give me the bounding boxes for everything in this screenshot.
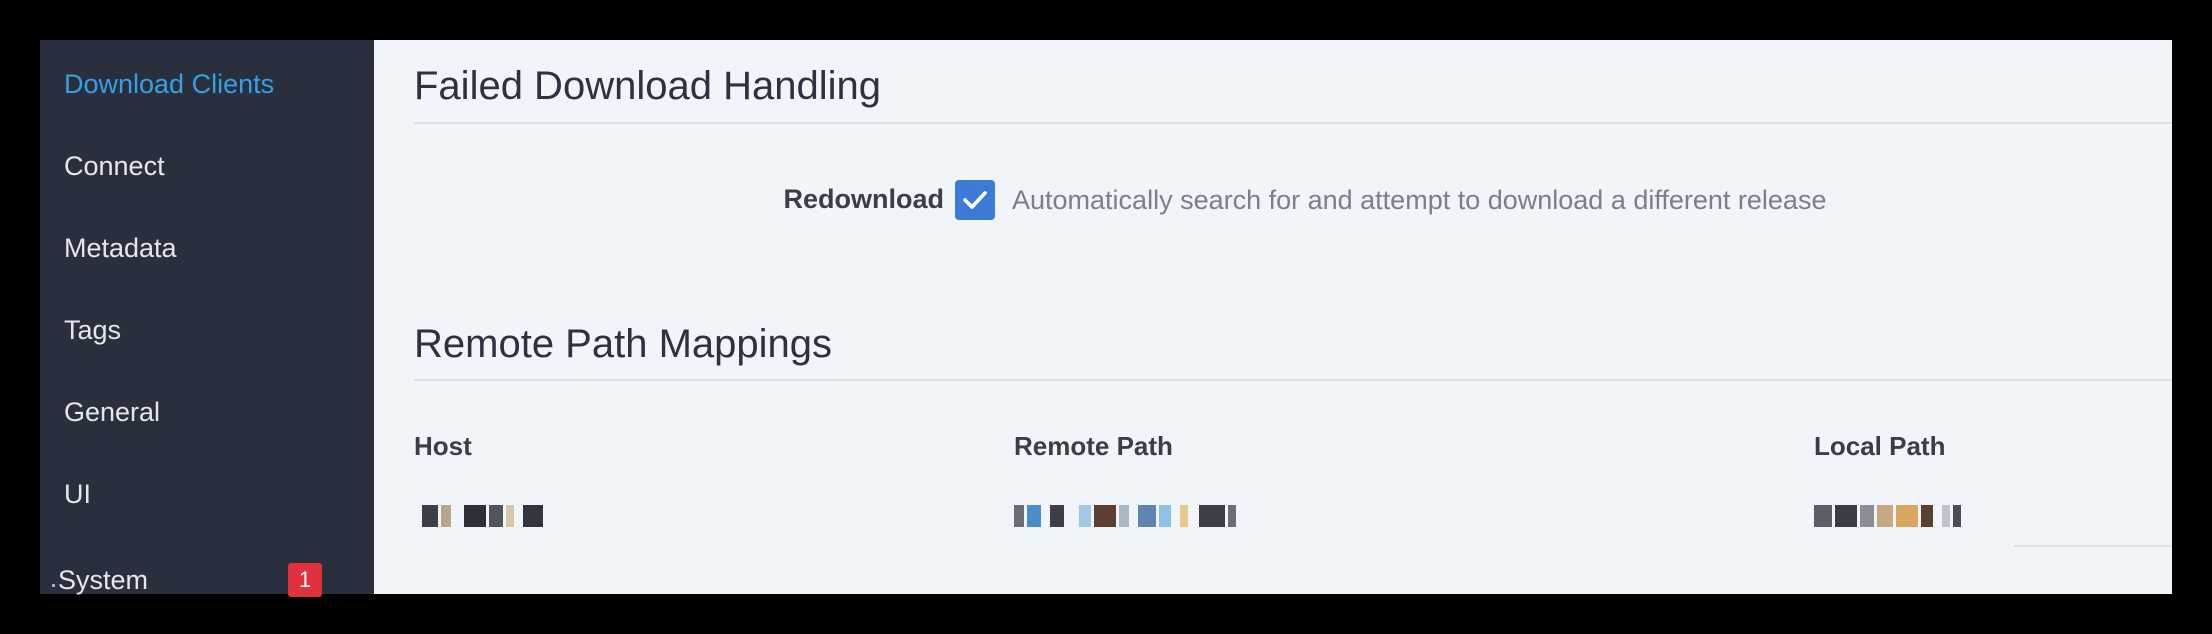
- section-title-remote-path: Remote Path Mappings: [414, 322, 833, 366]
- sidebar-item-system[interactable]: System 1: [52, 550, 374, 610]
- sidebar-item-metadata[interactable]: Metadata: [64, 218, 374, 278]
- app-window: Download Clients Connect Metadata Tags G…: [40, 40, 2172, 597]
- sidebar-item-label: System: [58, 564, 149, 595]
- redownload-label: Redownload: [783, 184, 945, 214]
- row-divider: [2014, 545, 2172, 547]
- notification-badge: 1: [288, 563, 322, 597]
- section-divider: [414, 379, 2172, 381]
- sidebar-item-label: Connect: [64, 150, 165, 181]
- section-title-failed-download: Failed Download Handling: [414, 64, 881, 108]
- host-value-redacted: [422, 502, 546, 530]
- sidebar-item-connect[interactable]: Connect: [64, 136, 374, 196]
- sidebar-item-tags[interactable]: Tags: [64, 300, 374, 360]
- sidebar-item-label: General: [64, 396, 161, 427]
- column-header-local-path: Local Path: [1814, 431, 1946, 461]
- remote-path-value-redacted: [1014, 502, 1239, 530]
- column-header-remote-path: Remote Path: [1014, 431, 1173, 461]
- sidebar-item-general[interactable]: General: [64, 382, 374, 442]
- checkmark-icon: [963, 191, 987, 209]
- redownload-help-text: Automatically search for and attempt to …: [1012, 185, 1827, 215]
- sidebar: Download Clients Connect Metadata Tags G…: [40, 40, 374, 597]
- local-path-value-redacted: [1814, 502, 1964, 530]
- sidebar-item-ui[interactable]: UI: [64, 464, 374, 524]
- decorative-dot: [52, 584, 55, 587]
- sidebar-item-label: UI: [64, 478, 91, 509]
- settings-content: Failed Download Handling Redownload Auto…: [374, 40, 2172, 594]
- column-header-host: Host: [414, 431, 472, 461]
- sidebar-item-label: Download Clients: [64, 68, 275, 99]
- sidebar-item-download-clients[interactable]: Download Clients: [64, 54, 374, 114]
- redownload-checkbox[interactable]: [955, 180, 995, 220]
- sidebar-item-label: Tags: [64, 314, 122, 345]
- section-divider: [414, 122, 2172, 124]
- sidebar-item-label: Metadata: [64, 232, 177, 263]
